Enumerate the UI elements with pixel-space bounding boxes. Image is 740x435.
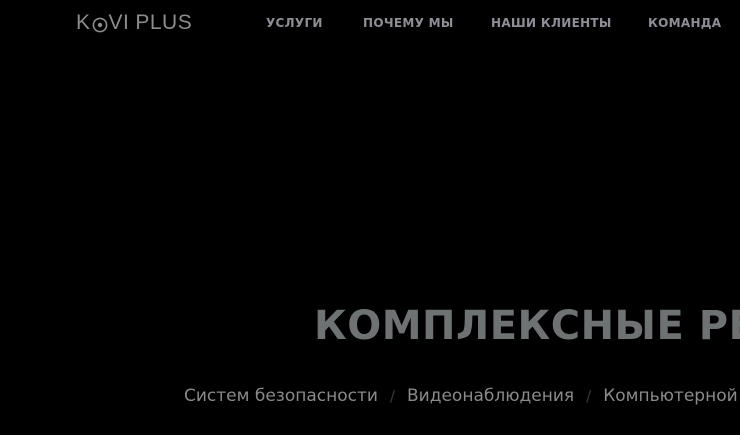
nav-item-services[interactable]: УСЛУГИ: [266, 14, 323, 32]
nav-item-clients[interactable]: НАШИ КЛИЕНТЫ: [491, 14, 612, 32]
subtitle-separator: /: [389, 387, 395, 405]
service-item-security: Систем безопасности: [184, 386, 378, 406]
hero-subtitle: Систем безопасности / Видеонаблюдения / …: [184, 383, 740, 409]
nav-item-why-us[interactable]: ПОЧЕМУ МЫ: [363, 14, 454, 32]
nav-item-team[interactable]: КОМАНДА: [648, 14, 721, 32]
main-nav: УСЛУГИ ПОЧЕМУ МЫ НАШИ КЛИЕНТЫ КОМАНДА: [0, 14, 740, 32]
subtitle-separator: /: [586, 387, 592, 405]
page: K VI PLUS УСЛУГИ ПОЧЕМУ МЫ НАШИ КЛИЕНТЫ …: [0, 0, 740, 435]
service-item-computer: Компьютерной и: [603, 386, 740, 406]
service-item-video: Видеонаблюдения: [407, 386, 575, 406]
hero-title: КОМПЛЕКСНЫЕ РЕ: [314, 303, 740, 349]
